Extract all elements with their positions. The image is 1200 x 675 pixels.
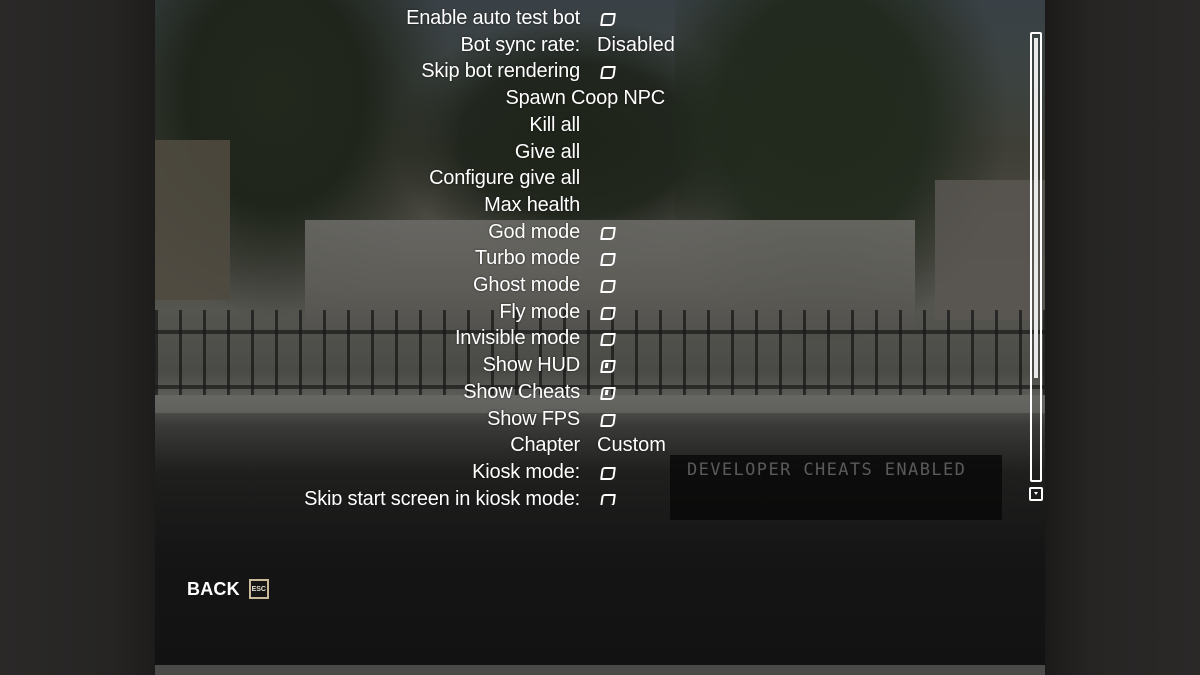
menu-item-label: Ghost mode — [473, 274, 580, 296]
developer-cheats-banner: DEVELOPER CHEATS ENABLED — [687, 460, 967, 480]
menu-item-label: Max health — [484, 193, 580, 216]
menu-item-label: Kill all — [529, 113, 580, 136]
menu-item-god-mode[interactable]: God mode — [155, 219, 1045, 246]
menu-item-label: Enable auto test bot — [406, 7, 580, 29]
menu-item-show-fps[interactable]: Show FPS — [155, 406, 1045, 433]
menu-item-show-hud[interactable]: Show HUD — [155, 352, 1045, 379]
menu-item-value[interactable]: Disabled — [597, 32, 675, 59]
checkbox-checked-icon[interactable] — [600, 360, 616, 374]
checkbox-unchecked-icon[interactable] — [600, 66, 616, 80]
back-button[interactable]: BACK ESC — [187, 577, 269, 601]
menu-item-label: Invisible mode — [454, 327, 580, 350]
checkbox-unchecked-icon[interactable] — [600, 306, 616, 320]
menu-item-bot-sync-rate[interactable]: Bot sync rate: Disabled — [155, 32, 1045, 59]
menu-item-label: Show HUD — [482, 354, 581, 377]
menu-item-max-health[interactable]: Max health — [155, 192, 1045, 219]
back-label: BACK — [187, 578, 240, 599]
menu-item-label: Spawn Coop NPC — [505, 87, 665, 110]
menu-item-label: Fly mode — [499, 300, 580, 323]
scrollbar-thumb[interactable] — [1034, 38, 1038, 378]
checkbox-unchecked-icon[interactable] — [600, 280, 616, 293]
cheats-menu-list: Enable auto test bot Bot sync rate: Disabl… — [155, 5, 1045, 505]
menu-item-show-cheats[interactable]: Show Cheats — [155, 379, 1045, 406]
menu-item-label: Turbo mode — [474, 247, 580, 270]
menu-item-label: Chapter — [510, 434, 580, 457]
menu-item-label: Show Cheats — [463, 380, 580, 403]
menu-item-configure-give-all[interactable]: Configure give all — [155, 165, 1045, 192]
menu-item-label: Bot sync rate: — [460, 33, 581, 56]
developer-cheats-panel: DEVELOPER CHEATS ENABLED — [670, 455, 1002, 520]
menu-item-invisible-mode[interactable]: Invisible mode — [155, 325, 1045, 352]
menu-item-label: God mode — [488, 220, 580, 243]
menu-item-label: Give all — [514, 140, 580, 163]
menu-item-enable-auto-test-bot[interactable]: Enable auto test bot — [155, 5, 1045, 32]
esc-key-icon: ESC — [248, 579, 269, 599]
checkbox-unchecked-icon[interactable] — [600, 413, 616, 427]
menu-item-label: Show FPS — [487, 407, 580, 430]
menu-item-fly-mode[interactable]: Fly mode — [155, 299, 1045, 326]
menu-item-turbo-mode[interactable]: Turbo mode — [155, 245, 1045, 272]
checkbox-checked-icon[interactable] — [600, 386, 616, 400]
menu-item-give-all[interactable]: Give all — [155, 139, 1045, 166]
menu-item-spawn-coop-npc[interactable]: Spawn Coop NPC — [155, 85, 1045, 112]
checkbox-unchecked-icon[interactable] — [600, 333, 616, 347]
checkbox-unchecked-icon[interactable] — [600, 13, 616, 26]
checkbox-unchecked-icon[interactable] — [600, 226, 616, 240]
checkbox-unchecked-icon[interactable] — [600, 466, 616, 480]
checkbox-unchecked-icon[interactable] — [600, 253, 616, 267]
menu-item-label: Configure give all — [429, 167, 580, 190]
checkbox-unchecked-icon[interactable] — [600, 493, 616, 505]
menu-item-value[interactable]: Custom — [597, 432, 666, 459]
menu-item-ghost-mode[interactable]: Ghost mode — [155, 272, 1045, 299]
menu-item-skip-bot-rendering[interactable]: Skip bot rendering — [155, 58, 1045, 85]
scene-bottom-strip — [155, 665, 1045, 675]
menu-scrollbar[interactable] — [1030, 32, 1042, 482]
menu-item-label: Kiosk mode: — [472, 460, 580, 483]
scroll-down-arrow-icon[interactable] — [1029, 487, 1043, 501]
left-letterbox — [0, 0, 155, 675]
menu-item-kill-all[interactable]: Kill all — [155, 112, 1045, 139]
menu-item-label: Skip start screen in kiosk mode: — [304, 487, 580, 505]
right-letterbox — [1045, 0, 1200, 675]
menu-item-label: Skip bot rendering — [421, 60, 580, 83]
